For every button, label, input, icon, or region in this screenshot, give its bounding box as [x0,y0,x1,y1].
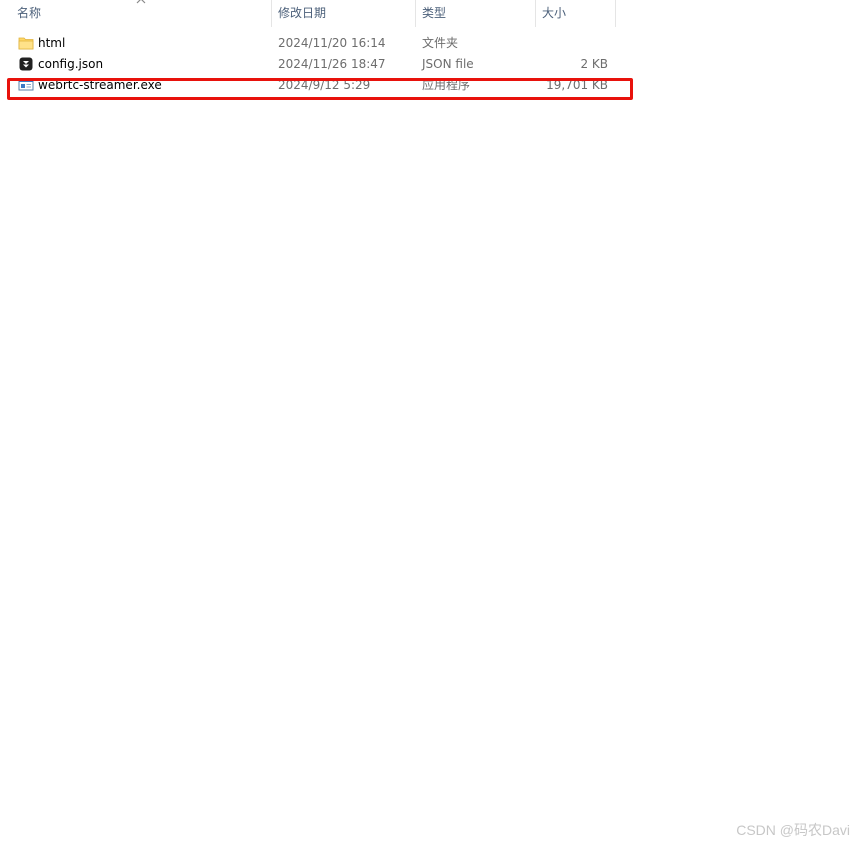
column-header: 名称 修改日期 类型 大小 [0,0,616,27]
column-header-name[interactable]: 名称 [17,0,41,27]
column-divider[interactable] [415,0,416,27]
file-size [536,33,608,54]
file-type: 文件夹 [422,36,459,50]
file-row-config-json[interactable]: config.json 2024/11/26 18:47 JSON file 2… [0,54,640,75]
column-divider[interactable] [271,0,272,27]
json-file-icon [19,57,33,71]
file-modified: 2024/11/26 18:47 [278,57,386,71]
file-size: 2 KB [580,57,608,71]
chevron-up-icon [136,0,146,4]
file-row-html[interactable]: html 2024/11/20 16:14 文件夹 [0,33,640,54]
file-name: html [38,36,66,50]
folder-icon [18,37,34,50]
column-header-size[interactable]: 大小 [542,0,566,27]
highlight-box [7,78,633,100]
watermark: CSDN @码农Davi [736,822,850,838]
column-header-type[interactable]: 类型 [422,0,446,27]
file-name: config.json [38,57,104,71]
file-modified: 2024/11/20 16:14 [278,36,386,50]
column-divider[interactable] [535,0,536,27]
column-divider[interactable] [615,0,616,27]
file-type: JSON file [422,57,474,71]
column-header-modified[interactable]: 修改日期 [278,0,326,27]
